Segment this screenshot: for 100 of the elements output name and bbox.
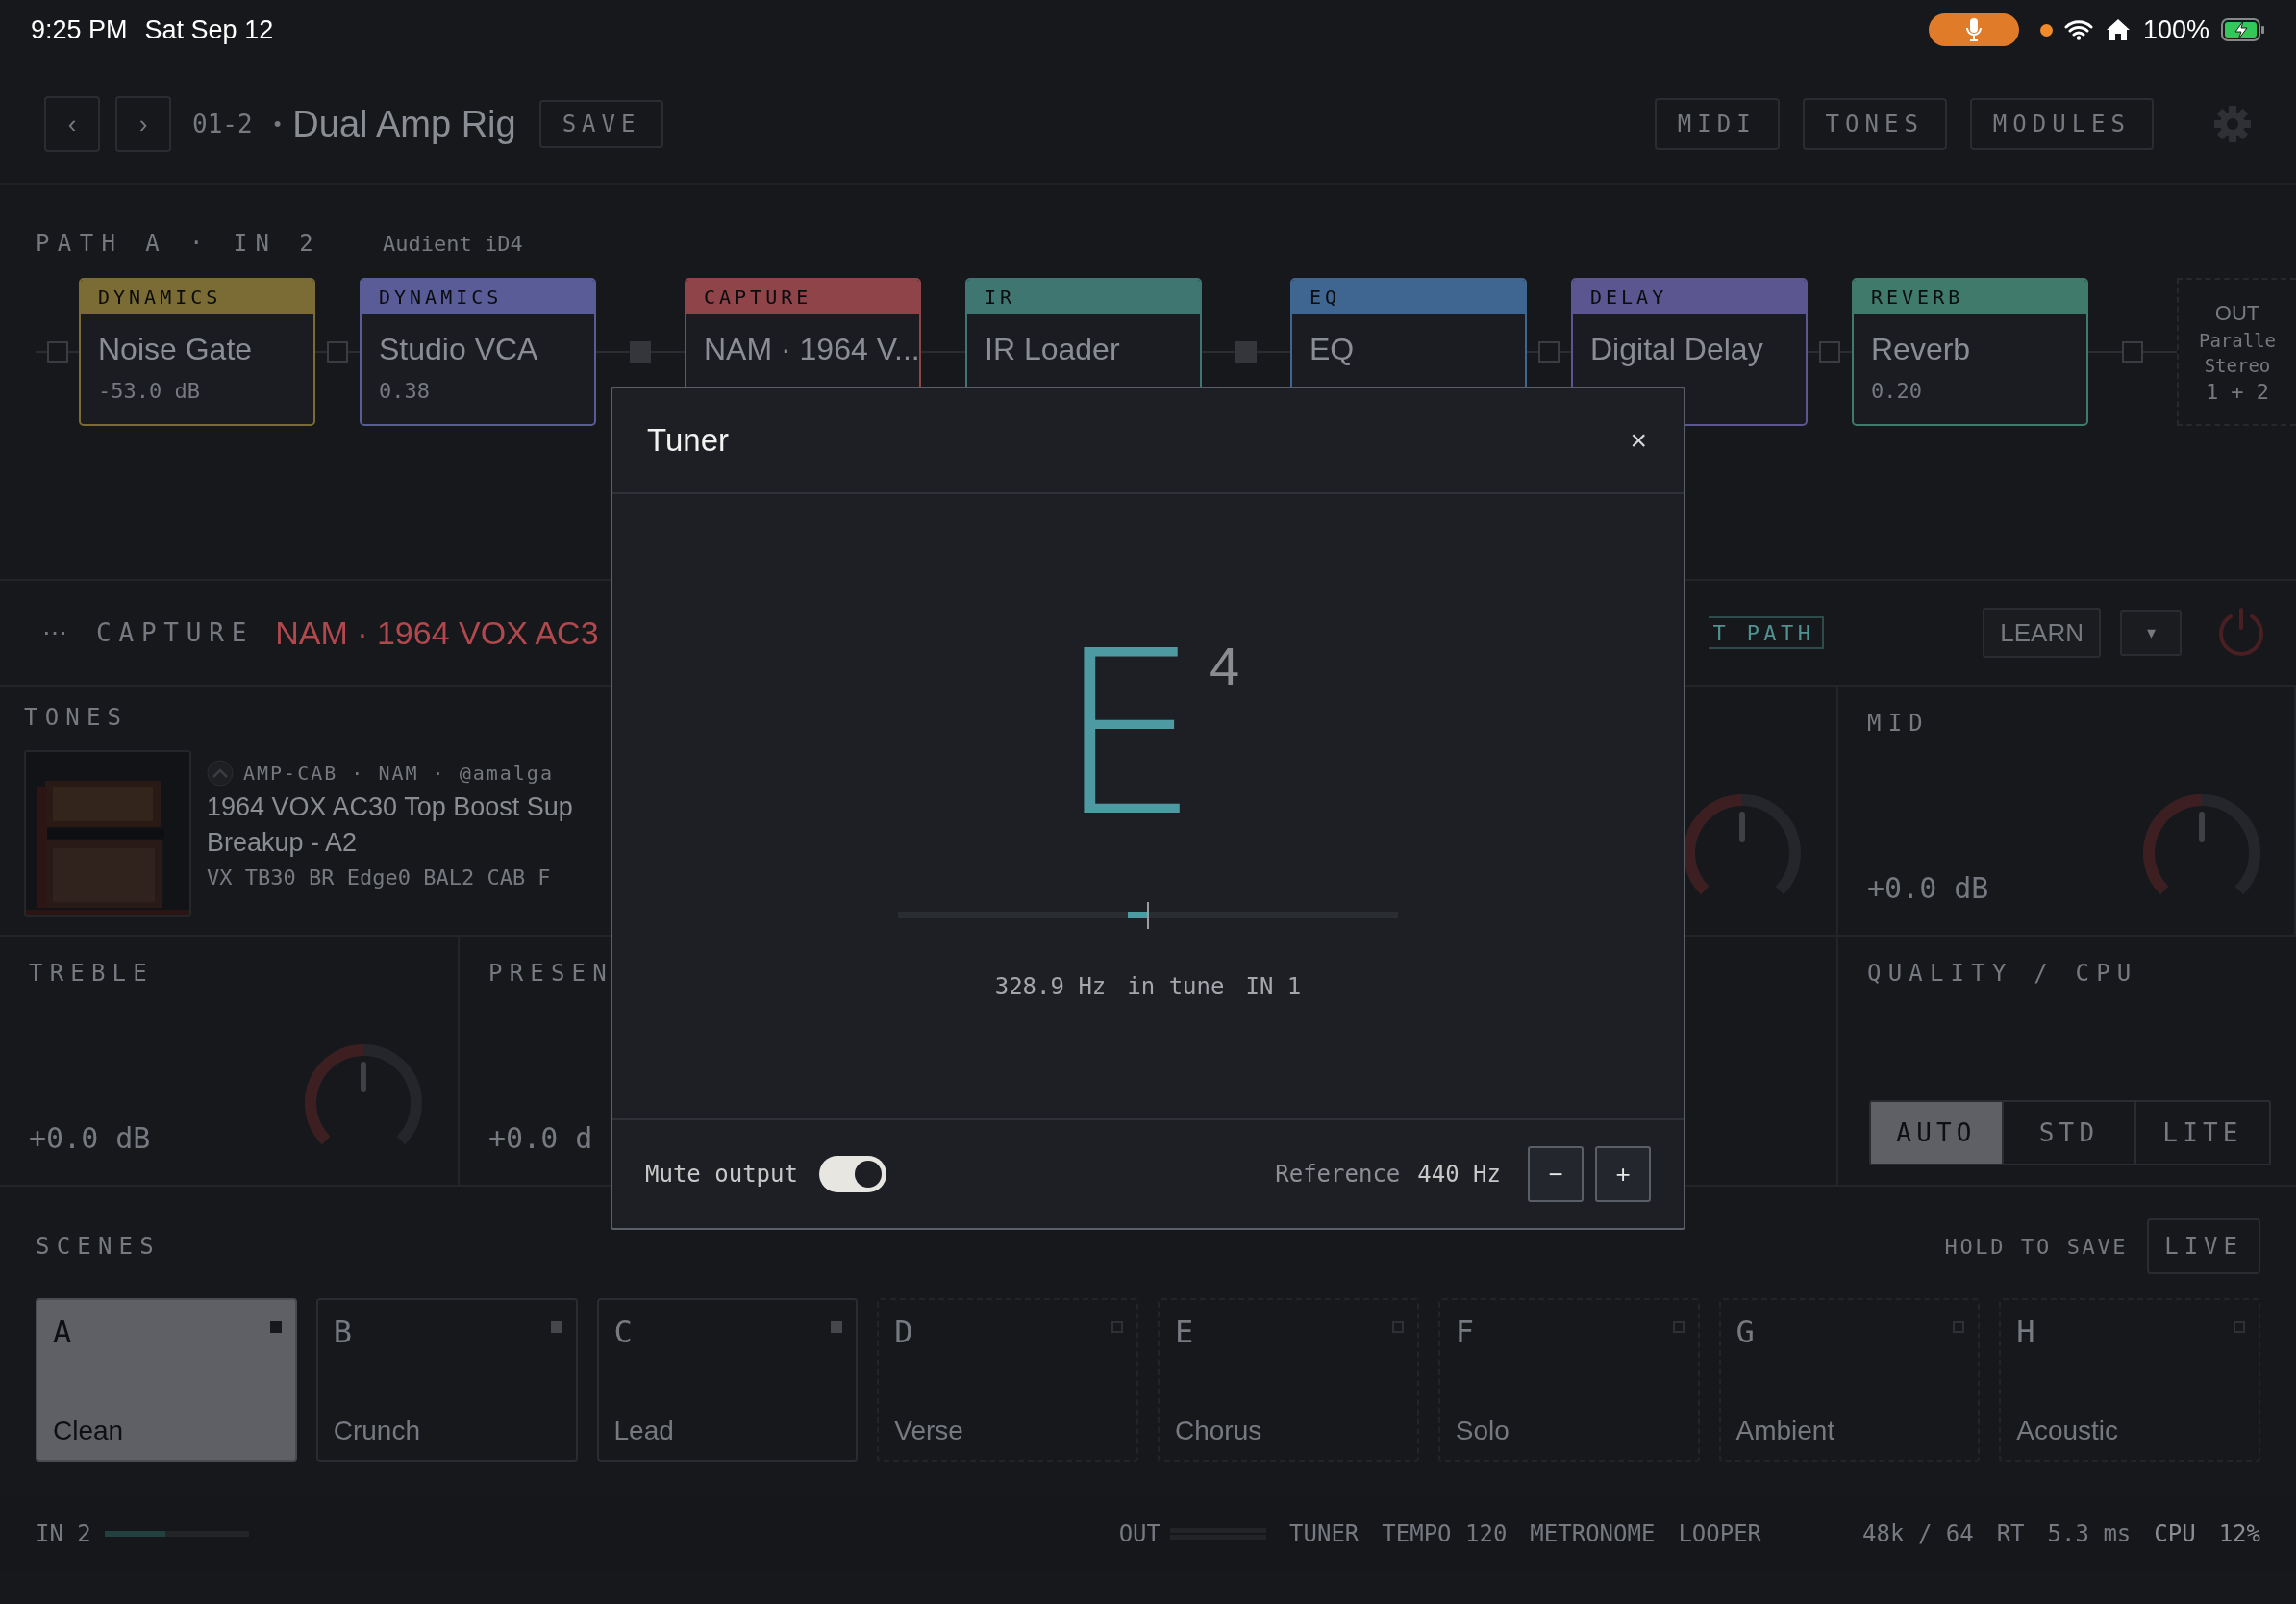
scene-card[interactable]: E Chorus (1158, 1298, 1419, 1462)
output-detail: Paralle (2198, 329, 2277, 351)
output-label: OUT (1118, 1520, 1161, 1547)
section-label: SCENES (36, 1233, 161, 1260)
frequency-readout: 328.9 Hz (994, 973, 1107, 1000)
scene-card[interactable]: D Verse (877, 1298, 1138, 1462)
section-label: QUALITY / CPU (1867, 960, 2138, 987)
scene-card[interactable]: G Ambient (1718, 1298, 1981, 1462)
scene-name: Acoustic (2016, 1416, 2119, 1446)
section-label: CAPTURE (96, 618, 255, 647)
mute-toggle[interactable] (818, 1156, 886, 1192)
settings-icon[interactable] (2213, 105, 2252, 143)
scene-name: Clean (53, 1416, 124, 1446)
nav-button[interactable]: ‹ (44, 96, 100, 152)
scene-name: Ambient (1735, 1416, 1835, 1446)
mute-label: Mute output (645, 1161, 798, 1188)
connector-node[interactable] (46, 341, 68, 363)
scene-letter: A (53, 1314, 72, 1350)
output-detail: Stereo (2204, 354, 2271, 376)
sample-rate: 48k / 64 (1862, 1520, 1974, 1547)
scene-card[interactable]: F Solo (1437, 1298, 1700, 1462)
split-node[interactable] (630, 341, 651, 363)
toolbar-link[interactable]: LOOPER (1678, 1520, 1762, 1547)
toolbar-link[interactable]: METRONOME (1530, 1520, 1656, 1547)
connector-node[interactable] (1819, 341, 1840, 363)
path-label: PATH A · IN 2 (36, 230, 322, 257)
dropdown-button[interactable]: ▾ (2120, 610, 2182, 656)
latency-value: 5.3 ms (2047, 1520, 2132, 1547)
block-value: 0.38 (378, 378, 431, 403)
quality-option[interactable]: STD (2004, 1102, 2136, 1164)
scene-letter: E (1175, 1314, 1194, 1350)
nav-button[interactable]: › (115, 96, 171, 152)
header-button[interactable]: MIDI (1654, 98, 1780, 150)
scene-letter: C (613, 1314, 633, 1350)
preset-name: Dual Amp Rig (292, 103, 516, 145)
tone-settings: VX TB30 BR Edge0 BAL2 CAB F (207, 865, 552, 890)
block-value: 0.20 (1870, 378, 1923, 403)
scene-card[interactable]: A Clean (36, 1298, 297, 1462)
connector-node[interactable] (327, 341, 348, 363)
scene-card[interactable]: B Crunch (315, 1298, 578, 1462)
capture-title: NAM · 1964 VOX AC3 (275, 614, 599, 652)
connector-node[interactable] (2122, 341, 2143, 363)
tone-tags: AMP-CAB · NAM · @amalga (243, 762, 554, 785)
live-button[interactable]: LIVE (2147, 1218, 2260, 1274)
toolbar-link[interactable]: TUNER (1289, 1520, 1360, 1547)
reference-label: Reference (1275, 1161, 1401, 1188)
toolbar-link[interactable]: TEMPO 120 (1382, 1520, 1508, 1547)
block-name: EQ (1309, 331, 1356, 367)
note-name: E (1056, 648, 1200, 821)
save-button[interactable]: SAVE (538, 100, 664, 148)
increase-button[interactable]: + (1595, 1146, 1651, 1202)
quality-option[interactable]: LITE (2136, 1102, 2269, 1164)
tone-title: Breakup - A2 (207, 828, 359, 858)
output-block[interactable]: OUT Paralle Stereo 1 + 2 (2177, 278, 2296, 426)
input-source: IN 1 (1245, 973, 1302, 1000)
status-date: Sat Sep 12 (144, 14, 274, 45)
block-name: Studio VCA (378, 331, 539, 367)
tuning-status: in tune (1127, 973, 1225, 1000)
battery-percent: 100% (2142, 14, 2209, 45)
path-button[interactable]: T PATH (1709, 616, 1825, 649)
scene-name: Chorus (1175, 1416, 1262, 1446)
tone-title: 1964 VOX AC30 Top Boost Sup (207, 792, 573, 822)
block-name: IR Loader (984, 331, 1121, 367)
block-category: IR (967, 280, 1200, 314)
block-value: -53.0 dB (97, 378, 201, 403)
scene-letter: H (2016, 1314, 2035, 1350)
cpu-label: CPU (2154, 1520, 2196, 1547)
note-octave: 4 (1210, 635, 1240, 697)
scene-name: Lead (613, 1416, 674, 1446)
block-category: DYNAMICS (362, 280, 594, 314)
output-label: OUT (2214, 300, 2260, 326)
bullet: • (273, 112, 282, 137)
more-icon[interactable]: ⋯ (42, 617, 67, 648)
wifi-icon (2063, 19, 2093, 40)
knob-value: +0.0 dB (1867, 871, 1989, 905)
close-button[interactable]: × (1626, 424, 1651, 457)
block-category: REVERB (1854, 280, 2086, 314)
split-node[interactable] (1235, 341, 1257, 363)
scene-name: Solo (1455, 1416, 1510, 1446)
scene-name: Crunch (333, 1416, 420, 1446)
scene-letter: G (1735, 1314, 1755, 1350)
learn-button[interactable]: LEARN (1983, 608, 2101, 658)
block-name: NAM · 1964 V... (703, 331, 919, 367)
block-name: Digital Delay (1589, 331, 1764, 367)
effect-block[interactable]: DYNAMICS Studio VCA 0.38 (360, 278, 596, 426)
header-button[interactable]: MODULES (1969, 98, 2154, 150)
scene-card[interactable]: H Acoustic (1999, 1298, 2260, 1462)
header-button[interactable]: TONES (1802, 98, 1947, 150)
effect-block[interactable]: DYNAMICS Noise Gate -53.0 dB (79, 278, 315, 426)
decrease-button[interactable]: − (1528, 1146, 1584, 1202)
effect-block[interactable]: REVERB Reverb 0.20 (1852, 278, 2088, 426)
scene-letter: F (1455, 1314, 1474, 1350)
scene-card[interactable]: C Lead (596, 1298, 859, 1462)
knob-value: +0.0 d (488, 1121, 593, 1155)
status-time: 9:25 PM (31, 14, 128, 45)
quality-option[interactable]: AUTO (1871, 1102, 2004, 1164)
scene-letter: D (894, 1314, 913, 1350)
connector-node[interactable] (1538, 341, 1560, 363)
scene-letter: B (333, 1314, 352, 1350)
knob-value: +0.0 dB (29, 1121, 151, 1155)
